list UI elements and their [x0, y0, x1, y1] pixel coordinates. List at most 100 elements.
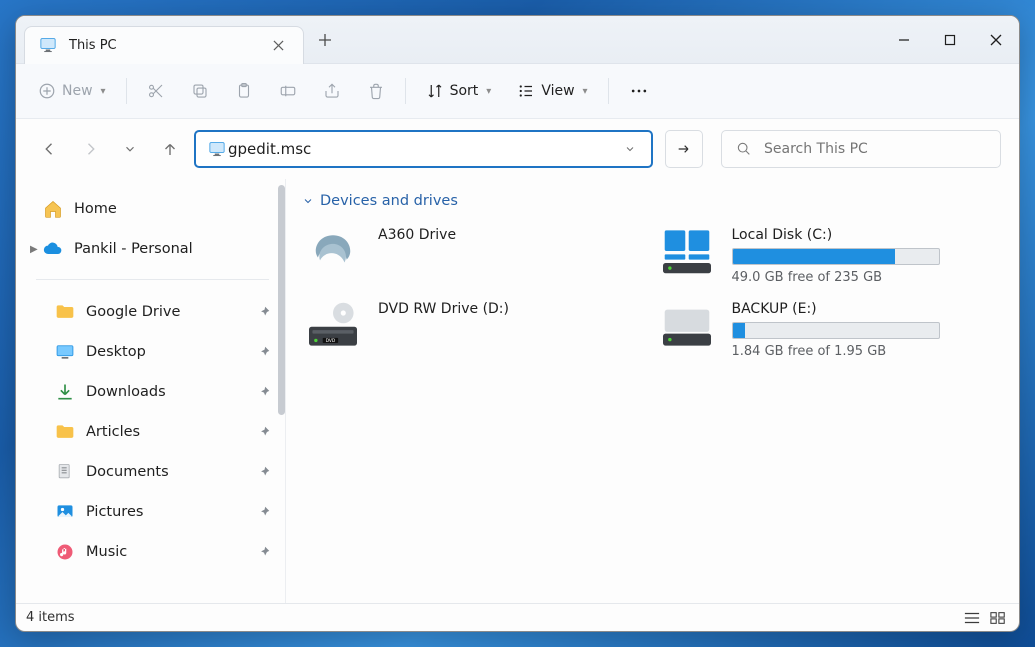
- group-header-devices[interactable]: Devices and drives: [302, 193, 999, 209]
- folder-icon: [54, 301, 76, 323]
- sidebar-item-google-drive[interactable]: Google Drive: [24, 292, 281, 332]
- sidebar-item-home[interactable]: Home: [24, 189, 281, 229]
- address-input[interactable]: [228, 140, 617, 158]
- dvd-drive-icon: DVD: [304, 301, 362, 349]
- search-input[interactable]: [764, 141, 986, 157]
- window-controls: [881, 20, 1019, 60]
- sidebar-item-label: Music: [86, 544, 127, 560]
- maximize-button[interactable]: [927, 20, 973, 60]
- plus-circle-icon: [38, 82, 56, 100]
- sidebar-item-label: Pictures: [86, 504, 143, 520]
- sidebar-item-documents[interactable]: Documents: [24, 452, 281, 492]
- search-box[interactable]: [721, 130, 1001, 168]
- recent-locations-button[interactable]: [114, 133, 146, 165]
- tab-title: This PC: [69, 38, 117, 53]
- capacity-bar: [732, 322, 940, 339]
- sidebar-item-music[interactable]: Music: [24, 532, 281, 572]
- go-button[interactable]: [665, 130, 703, 168]
- sort-icon: [426, 82, 444, 100]
- download-icon: [54, 381, 76, 403]
- address-dropdown[interactable]: [617, 143, 643, 155]
- drive-dvd[interactable]: DVD DVD RW Drive (D:): [298, 293, 646, 367]
- forward-button[interactable]: [74, 133, 106, 165]
- ellipsis-icon: [629, 81, 649, 101]
- clipboard-icon: [235, 82, 253, 100]
- delete-button[interactable]: [357, 73, 395, 109]
- sidebar-scrollbar[interactable]: [278, 185, 285, 415]
- toolbar: New ▾ Sort ▾ View ▾: [16, 64, 1019, 119]
- drive-label: DVD RW Drive (D:): [378, 301, 509, 317]
- up-button[interactable]: [154, 133, 186, 165]
- new-label: New: [62, 83, 93, 99]
- content-pane: Devices and drives A360 Drive Local Di: [286, 179, 1019, 603]
- more-button[interactable]: [619, 73, 659, 109]
- group-title: Devices and drives: [320, 193, 458, 209]
- sidebar-item-label: Downloads: [86, 384, 166, 400]
- sidebar: Home ▶ Pankil - Personal Google Drive De…: [16, 179, 286, 603]
- pin-icon: [257, 385, 271, 399]
- details-view-button[interactable]: [961, 609, 983, 627]
- chevron-down-icon: ▾: [583, 86, 588, 97]
- view-label: View: [541, 83, 574, 99]
- cut-button[interactable]: [137, 73, 175, 109]
- capacity-bar: [732, 248, 940, 265]
- search-icon: [736, 141, 752, 157]
- view-icon: [517, 82, 535, 100]
- chevron-right-icon: ▶: [30, 244, 38, 255]
- sidebar-item-downloads[interactable]: Downloads: [24, 372, 281, 412]
- drive-label: BACKUP (E:): [732, 301, 940, 317]
- sidebar-item-label: Articles: [86, 424, 140, 440]
- back-button[interactable]: [34, 133, 66, 165]
- thumbnails-view-button[interactable]: [987, 609, 1009, 627]
- close-button[interactable]: [973, 20, 1019, 60]
- drive-backup-e[interactable]: BACKUP (E:) 1.84 GB free of 1.95 GB: [652, 293, 1000, 367]
- documents-icon: [54, 461, 76, 483]
- rename-button[interactable]: [269, 73, 307, 109]
- sidebar-item-label: Pankil - Personal: [74, 241, 193, 257]
- rename-icon: [279, 82, 297, 100]
- pin-icon: [257, 545, 271, 559]
- new-tab-button[interactable]: [308, 23, 342, 57]
- desktop-icon: [54, 341, 76, 363]
- home-icon: [42, 198, 64, 220]
- share-icon: [323, 82, 341, 100]
- chevron-down-icon: ▾: [486, 86, 491, 97]
- monitor-icon: [206, 138, 228, 160]
- sidebar-divider: [36, 279, 269, 280]
- nav-row: [16, 119, 1019, 179]
- drive-label: A360 Drive: [378, 227, 456, 243]
- status-bar: 4 items: [16, 603, 1019, 631]
- body: Home ▶ Pankil - Personal Google Drive De…: [16, 179, 1019, 603]
- sidebar-item-pictures[interactable]: Pictures: [24, 492, 281, 532]
- pictures-icon: [54, 501, 76, 523]
- sidebar-item-label: Home: [74, 201, 117, 217]
- monitor-icon: [37, 34, 59, 56]
- toolbar-divider: [608, 78, 609, 104]
- address-bar[interactable]: [194, 130, 653, 168]
- minimize-button[interactable]: [881, 20, 927, 60]
- new-button[interactable]: New ▾: [28, 73, 116, 109]
- tab-this-pc[interactable]: This PC: [24, 26, 304, 64]
- sidebar-item-onedrive[interactable]: ▶ Pankil - Personal: [24, 229, 281, 269]
- local-disk-icon: [658, 227, 716, 275]
- tab-close-button[interactable]: [267, 34, 289, 56]
- sort-button[interactable]: Sort ▾: [416, 73, 502, 109]
- chevron-down-icon: [302, 195, 314, 207]
- pin-icon: [257, 305, 271, 319]
- sidebar-item-label: Google Drive: [86, 304, 180, 320]
- pin-icon: [257, 425, 271, 439]
- share-button[interactable]: [313, 73, 351, 109]
- toolbar-divider: [126, 78, 127, 104]
- drive-free-text: 1.84 GB free of 1.95 GB: [732, 344, 940, 359]
- music-icon: [54, 541, 76, 563]
- file-explorer-window: This PC New ▾ Sort: [15, 15, 1020, 632]
- view-button[interactable]: View ▾: [507, 73, 597, 109]
- drive-grid: A360 Drive Local Disk (C:) 49.0 GB free …: [298, 219, 999, 367]
- paste-button[interactable]: [225, 73, 263, 109]
- toolbar-divider: [405, 78, 406, 104]
- drive-local-c[interactable]: Local Disk (C:) 49.0 GB free of 235 GB: [652, 219, 1000, 293]
- sidebar-item-articles[interactable]: Articles: [24, 412, 281, 452]
- sidebar-item-desktop[interactable]: Desktop: [24, 332, 281, 372]
- copy-button[interactable]: [181, 73, 219, 109]
- drive-a360[interactable]: A360 Drive: [298, 219, 646, 293]
